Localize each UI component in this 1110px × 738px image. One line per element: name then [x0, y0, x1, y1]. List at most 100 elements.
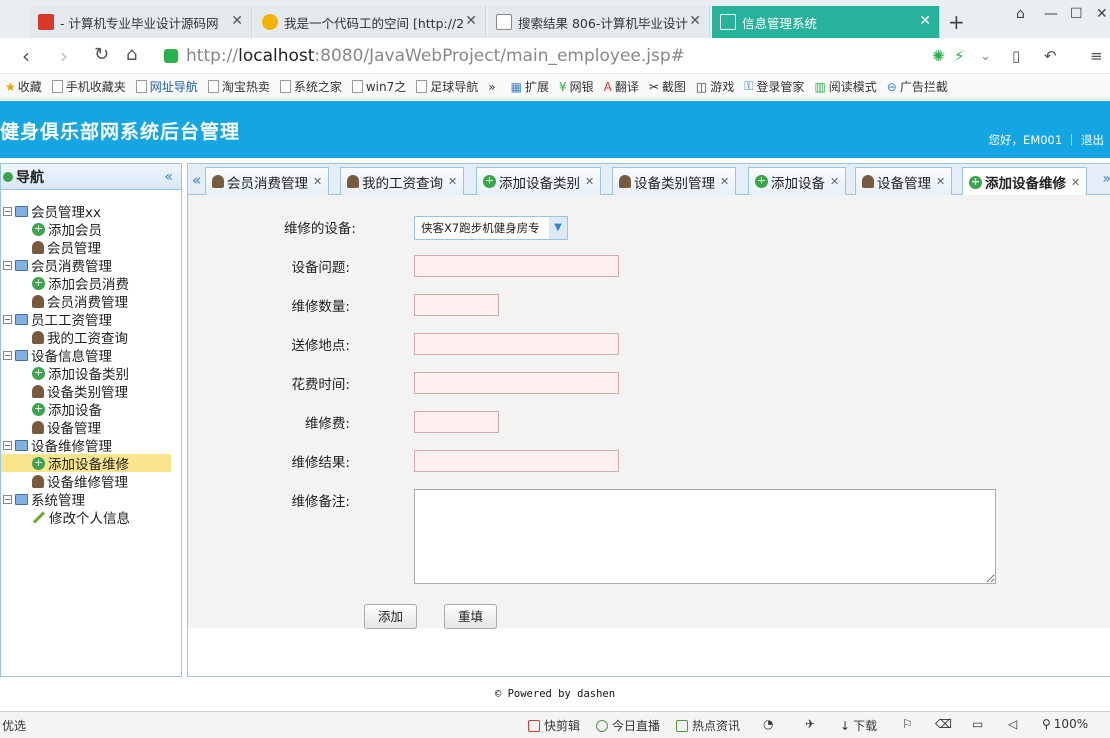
submit-button[interactable]: 添加: [364, 604, 417, 629]
quantity-field[interactable]: [414, 294, 499, 316]
sidebar-group-salary[interactable]: − 员工工资管理: [1, 310, 181, 329]
sidebar-item-add-device[interactable]: + 添加设备: [1, 400, 181, 419]
close-tab-icon[interactable]: ✕: [689, 13, 701, 29]
close-icon[interactable]: ✕: [936, 175, 945, 188]
tab-device-manage[interactable]: 设备管理 ✕: [855, 167, 953, 195]
bookmark-item[interactable]: 系统之家: [279, 78, 342, 95]
collapse-node-icon[interactable]: −: [3, 440, 12, 450]
collapse-node-icon[interactable]: −: [3, 206, 12, 216]
close-tab-icon[interactable]: ✕: [231, 13, 243, 29]
browser-tab-2[interactable]: 我是一个代码工的空间 [http://2 ✕: [254, 6, 486, 38]
status-clean[interactable]: ⌫: [935, 717, 952, 731]
duration-field[interactable]: [414, 372, 619, 394]
tab-add-device-type[interactable]: + 添加设备类别 ✕: [476, 167, 602, 195]
bookmark-item[interactable]: win7之: [351, 78, 406, 95]
browser-tab-active[interactable]: 信息管理系统 ✕: [712, 6, 940, 38]
sidebar-group-member[interactable]: − 会员管理xx: [1, 202, 181, 221]
sidebar-item-device-type-manage[interactable]: 设备类别管理: [1, 382, 181, 401]
sidebar-item-consume-manage[interactable]: 会员消费管理: [1, 292, 181, 311]
tabs-scroll-right-icon[interactable]: »: [1102, 171, 1110, 187]
status-pin[interactable]: ✈: [805, 717, 815, 731]
new-tab-button[interactable]: +: [948, 10, 965, 34]
close-icon[interactable]: ✕: [585, 175, 594, 188]
toolbar-item[interactable]: ⊖ 广告拦截: [887, 78, 948, 95]
toolbar-item[interactable]: ⚿ 登录管家: [744, 78, 804, 95]
status-preferred[interactable]: 优选: [2, 717, 26, 734]
refresh-button[interactable]: ↻: [94, 44, 109, 65]
close-icon[interactable]: ✕: [448, 175, 457, 188]
tab-device-type-manage[interactable]: 设备类别管理 ✕: [612, 167, 737, 195]
collapse-node-icon[interactable]: −: [3, 314, 12, 324]
tab-my-salary[interactable]: 我的工资查询 ✕: [340, 167, 465, 195]
speed-icon[interactable]: ✺: [932, 47, 945, 65]
undo-icon[interactable]: ↶: [1044, 47, 1057, 65]
bookmarks-overflow[interactable]: »: [488, 80, 495, 94]
status-sound[interactable]: ◁: [1008, 717, 1017, 731]
status-quick-clip[interactable]: 快剪辑: [528, 717, 580, 734]
note-textarea[interactable]: [414, 489, 996, 584]
url-field[interactable]: http:// localhost :8080/JavaWebProject/m…: [164, 43, 954, 69]
chevron-down-icon[interactable]: ▼: [549, 217, 567, 239]
toolbar-item[interactable]: ▦ 扩展: [511, 78, 549, 95]
problem-field[interactable]: [414, 255, 619, 277]
skin-icon[interactable]: ⌂: [1016, 6, 1025, 22]
collapse-node-icon[interactable]: −: [3, 350, 12, 360]
bookmark-item[interactable]: ★ 收藏: [5, 78, 42, 95]
forward-button[interactable]: ›: [60, 44, 68, 68]
toolbar-item[interactable]: ▥ 阅读模式: [814, 78, 876, 95]
toolbar-item[interactable]: ✂ 截图: [649, 78, 686, 95]
sidebar-group-device-info[interactable]: − 设备信息管理: [1, 346, 181, 365]
browser-tab-3[interactable]: 搜索结果 806-计算机毕业设计 ✕: [488, 6, 710, 38]
reset-button[interactable]: 重填: [444, 604, 497, 629]
sidebar-item-device-manage[interactable]: 设备管理: [1, 418, 181, 437]
collapse-node-icon[interactable]: −: [3, 260, 12, 270]
browser-tab-1[interactable]: - 计算机专业毕业设计源码网 ✕: [30, 6, 252, 38]
toolbar-item[interactable]: ◫ 游戏: [696, 78, 734, 95]
menu-icon[interactable]: ≡: [1090, 47, 1103, 65]
sidebar-item-edit-profile[interactable]: 修改个人信息: [1, 508, 181, 527]
user-greeting[interactable]: 您好，EM001 ｜ 退出: [989, 132, 1104, 148]
collapse-node-icon[interactable]: −: [3, 494, 12, 504]
tab-consume-manage[interactable]: 会员消费管理 ✕: [205, 167, 330, 195]
fee-field[interactable]: [414, 411, 499, 433]
bookmark-item[interactable]: 手机收藏夹: [51, 78, 126, 95]
tab-add-repair[interactable]: + 添加设备维修 ✕: [962, 167, 1088, 196]
tab-add-device[interactable]: + 添加设备 ✕: [748, 167, 847, 195]
status-flag[interactable]: ⚐: [902, 717, 913, 731]
sidebar-item-my-salary[interactable]: 我的工资查询: [1, 328, 181, 347]
status-zoom[interactable]: ⚲ 100%: [1042, 717, 1088, 731]
collapse-icon[interactable]: «: [164, 169, 173, 185]
chevron-down-icon[interactable]: ⌄: [980, 49, 991, 64]
toolbar-item[interactable]: A 翻译: [604, 78, 639, 95]
home-button[interactable]: ⌂: [126, 44, 137, 65]
tabs-scroll-left-icon[interactable]: «: [192, 171, 201, 189]
sidebar-group-repair[interactable]: − 设备维修管理: [1, 436, 181, 455]
status-download[interactable]: ↓ 下载: [840, 717, 877, 734]
close-icon[interactable]: ✕: [1071, 176, 1080, 189]
lightning-icon[interactable]: ⚡: [954, 47, 965, 65]
minimize-button[interactable]: —: [1044, 6, 1058, 22]
close-window-button[interactable]: ✕: [1096, 6, 1108, 22]
sidebar-item-add-consume[interactable]: + 添加会员消费: [1, 274, 181, 293]
address-field[interactable]: [414, 333, 619, 355]
sidebar-group-consume[interactable]: − 会员消费管理: [1, 256, 181, 275]
close-icon[interactable]: ✕: [313, 175, 322, 188]
maximize-button[interactable]: ☐: [1070, 6, 1083, 22]
status-window[interactable]: ▭: [972, 717, 983, 731]
status-speed[interactable]: ◔: [763, 717, 773, 731]
sidebar-item-member-manage[interactable]: 会员管理: [1, 238, 181, 257]
phone-icon[interactable]: ▯: [1012, 47, 1020, 65]
device-select[interactable]: 侠客X7跑步机健身房专 ▼: [414, 216, 568, 240]
close-icon[interactable]: ✕: [830, 175, 839, 188]
back-button[interactable]: ‹: [22, 44, 30, 68]
close-tab-icon[interactable]: ✕: [919, 13, 931, 29]
result-field[interactable]: [414, 450, 619, 472]
bookmark-item[interactable]: 网址导航: [135, 78, 198, 95]
close-icon[interactable]: ✕: [720, 175, 729, 188]
sidebar-item-add-repair[interactable]: + 添加设备维修: [1, 454, 171, 473]
status-news[interactable]: 热点资讯: [676, 717, 740, 734]
sidebar-item-add-member[interactable]: + 添加会员: [1, 220, 181, 239]
bookmark-item[interactable]: 淘宝热卖: [207, 78, 270, 95]
toolbar-item[interactable]: ¥ 网银: [559, 78, 594, 95]
close-tab-icon[interactable]: ✕: [465, 13, 477, 29]
